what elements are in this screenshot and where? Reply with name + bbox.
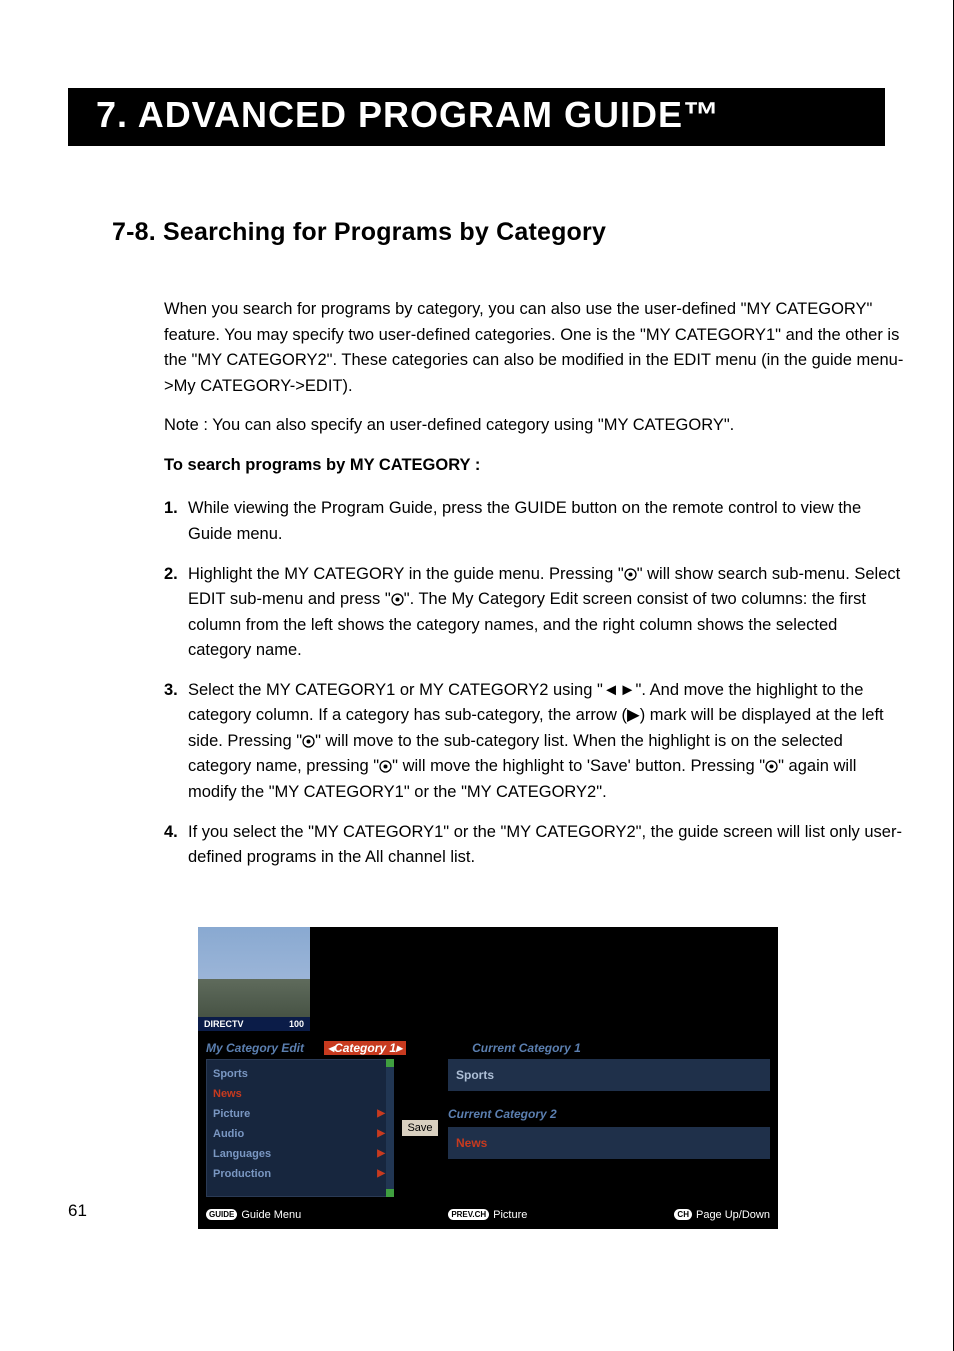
- text-fragment: Highlight the MY CATEGORY in the guide m…: [188, 565, 624, 583]
- right-column: Sports Current Category 2 News: [448, 1059, 770, 1197]
- step-text: Select the MY CATEGORY1 or MY CATEGORY2 …: [188, 678, 904, 806]
- list-item[interactable]: Sports: [213, 1064, 385, 1084]
- screenshot-mid: Sports News Picture ▶ Audio ▶ Languages ▶ P…: [198, 1055, 778, 1203]
- scroll-down-icon[interactable]: [386, 1189, 394, 1197]
- footer-hint-guide: GUIDE Guide Menu: [206, 1209, 301, 1221]
- current-category2-field[interactable]: News: [448, 1127, 770, 1159]
- guide-pill-icon: GUIDE: [206, 1209, 237, 1220]
- list-item[interactable]: Production ▶: [213, 1164, 385, 1184]
- list-item[interactable]: News: [213, 1084, 385, 1104]
- screenshot-top: DIRECTV 100: [198, 927, 778, 1031]
- select-button-icon: [624, 568, 637, 581]
- text-fragment: Select the MY CATEGORY1 or MY CATEGORY2 …: [188, 681, 603, 699]
- step-4: 4. If you select the "MY CATEGORY1" or t…: [164, 820, 904, 871]
- footer-hint-page: CH Page Up/Down: [674, 1209, 770, 1221]
- steps-list: 1. While viewing the Program Guide, pres…: [164, 496, 904, 870]
- preview-thumbnail: DIRECTV 100: [198, 927, 310, 1031]
- step-2: 2. Highlight the MY CATEGORY in the guid…: [164, 562, 904, 664]
- screenshot-dark-area: [310, 927, 778, 1031]
- scroll-up-icon[interactable]: [386, 1059, 394, 1067]
- select-button-icon: [391, 593, 404, 606]
- list-item[interactable]: Picture ▶: [213, 1104, 385, 1124]
- category-list-inner: Sports News Picture ▶ Audio ▶ Languages ▶ P…: [206, 1059, 392, 1197]
- tv-screenshot: DIRECTV 100 My Category Edit ◂Category 1…: [198, 927, 778, 1229]
- note-paragraph: Note : You can also specify an user-defi…: [164, 413, 904, 439]
- list-item-label: Production: [213, 1164, 271, 1184]
- scrollbar[interactable]: [386, 1059, 394, 1197]
- current-category1-label: Current Category 1: [472, 1041, 581, 1055]
- step-text: Highlight the MY CATEGORY in the guide m…: [188, 562, 904, 664]
- list-item-label: Languages: [213, 1144, 271, 1164]
- submenu-arrow-icon: ▶: [377, 1124, 385, 1144]
- thumbnail-label: DIRECTV 100: [198, 1017, 310, 1031]
- step-3: 3. Select the MY CATEGORY1 or MY CATEGOR…: [164, 678, 904, 806]
- step-1: 1. While viewing the Program Guide, pres…: [164, 496, 904, 547]
- intro-paragraph: When you search for programs by category…: [164, 297, 904, 399]
- text-fragment: " will move the highlight to 'Save' butt…: [392, 757, 765, 775]
- left-right-arrow-icon: ◄►: [603, 681, 636, 699]
- brand-label: DIRECTV: [204, 1019, 244, 1029]
- footer-label: Guide Menu: [241, 1209, 301, 1221]
- select-button-icon: [379, 760, 392, 773]
- step-number: 4.: [164, 820, 188, 871]
- list-item-label: Sports: [213, 1064, 248, 1084]
- step-text: While viewing the Program Guide, press t…: [188, 496, 904, 547]
- list-item[interactable]: Languages ▶: [213, 1144, 385, 1164]
- channel-number: 100: [289, 1019, 304, 1029]
- step-number: 1.: [164, 496, 188, 547]
- footer-label: Page Up/Down: [696, 1209, 770, 1221]
- page-number: 61: [68, 1201, 87, 1221]
- footer-hint-picture: PREV.CH Picture: [448, 1209, 527, 1221]
- step-text: If you select the "MY CATEGORY1" or the …: [188, 820, 904, 871]
- body-text: When you search for programs by category…: [164, 297, 904, 871]
- list-item-label: News: [213, 1084, 242, 1104]
- screenshot-footer: GUIDE Guide Menu PREV.CH Picture CH Page…: [198, 1203, 778, 1229]
- step-number: 3.: [164, 678, 188, 806]
- list-item[interactable]: Audio ▶: [213, 1124, 385, 1144]
- footer-label: Picture: [493, 1209, 527, 1221]
- select-button-icon: [765, 760, 778, 773]
- current-category2-label: Current Category 2: [448, 1107, 770, 1121]
- step-number: 2.: [164, 562, 188, 664]
- list-item-label: Picture: [213, 1104, 250, 1124]
- submenu-arrow-icon: ▶: [377, 1164, 385, 1184]
- category-list: Sports News Picture ▶ Audio ▶ Languages ▶ P…: [206, 1059, 392, 1197]
- page: 7. ADVANCED PROGRAM GUIDE™ 7-8. Searchin…: [0, 0, 954, 1351]
- submenu-arrow-icon: ▶: [377, 1144, 385, 1164]
- current-category1-field[interactable]: Sports: [448, 1059, 770, 1091]
- ch-pill-icon: CH: [674, 1209, 692, 1220]
- save-wrap: Save: [400, 1059, 440, 1197]
- screenshot-header-row: My Category Edit ◂Category 1▸ Current Ca…: [198, 1031, 778, 1055]
- mycat-edit-label: My Category Edit: [206, 1041, 316, 1055]
- chapter-title: 7. ADVANCED PROGRAM GUIDE™: [68, 88, 885, 146]
- select-button-icon: [302, 735, 315, 748]
- list-item-label: Audio: [213, 1124, 244, 1144]
- category-tab[interactable]: ◂Category 1▸: [324, 1041, 406, 1055]
- instruction-heading: To search programs by MY CATEGORY :: [164, 453, 904, 479]
- prevch-pill-icon: PREV.CH: [448, 1209, 489, 1220]
- right-arrow-icon: ▶: [627, 706, 640, 724]
- save-button[interactable]: Save: [402, 1120, 437, 1136]
- submenu-arrow-icon: ▶: [377, 1104, 385, 1124]
- section-title: 7-8. Searching for Programs by Category: [112, 218, 885, 247]
